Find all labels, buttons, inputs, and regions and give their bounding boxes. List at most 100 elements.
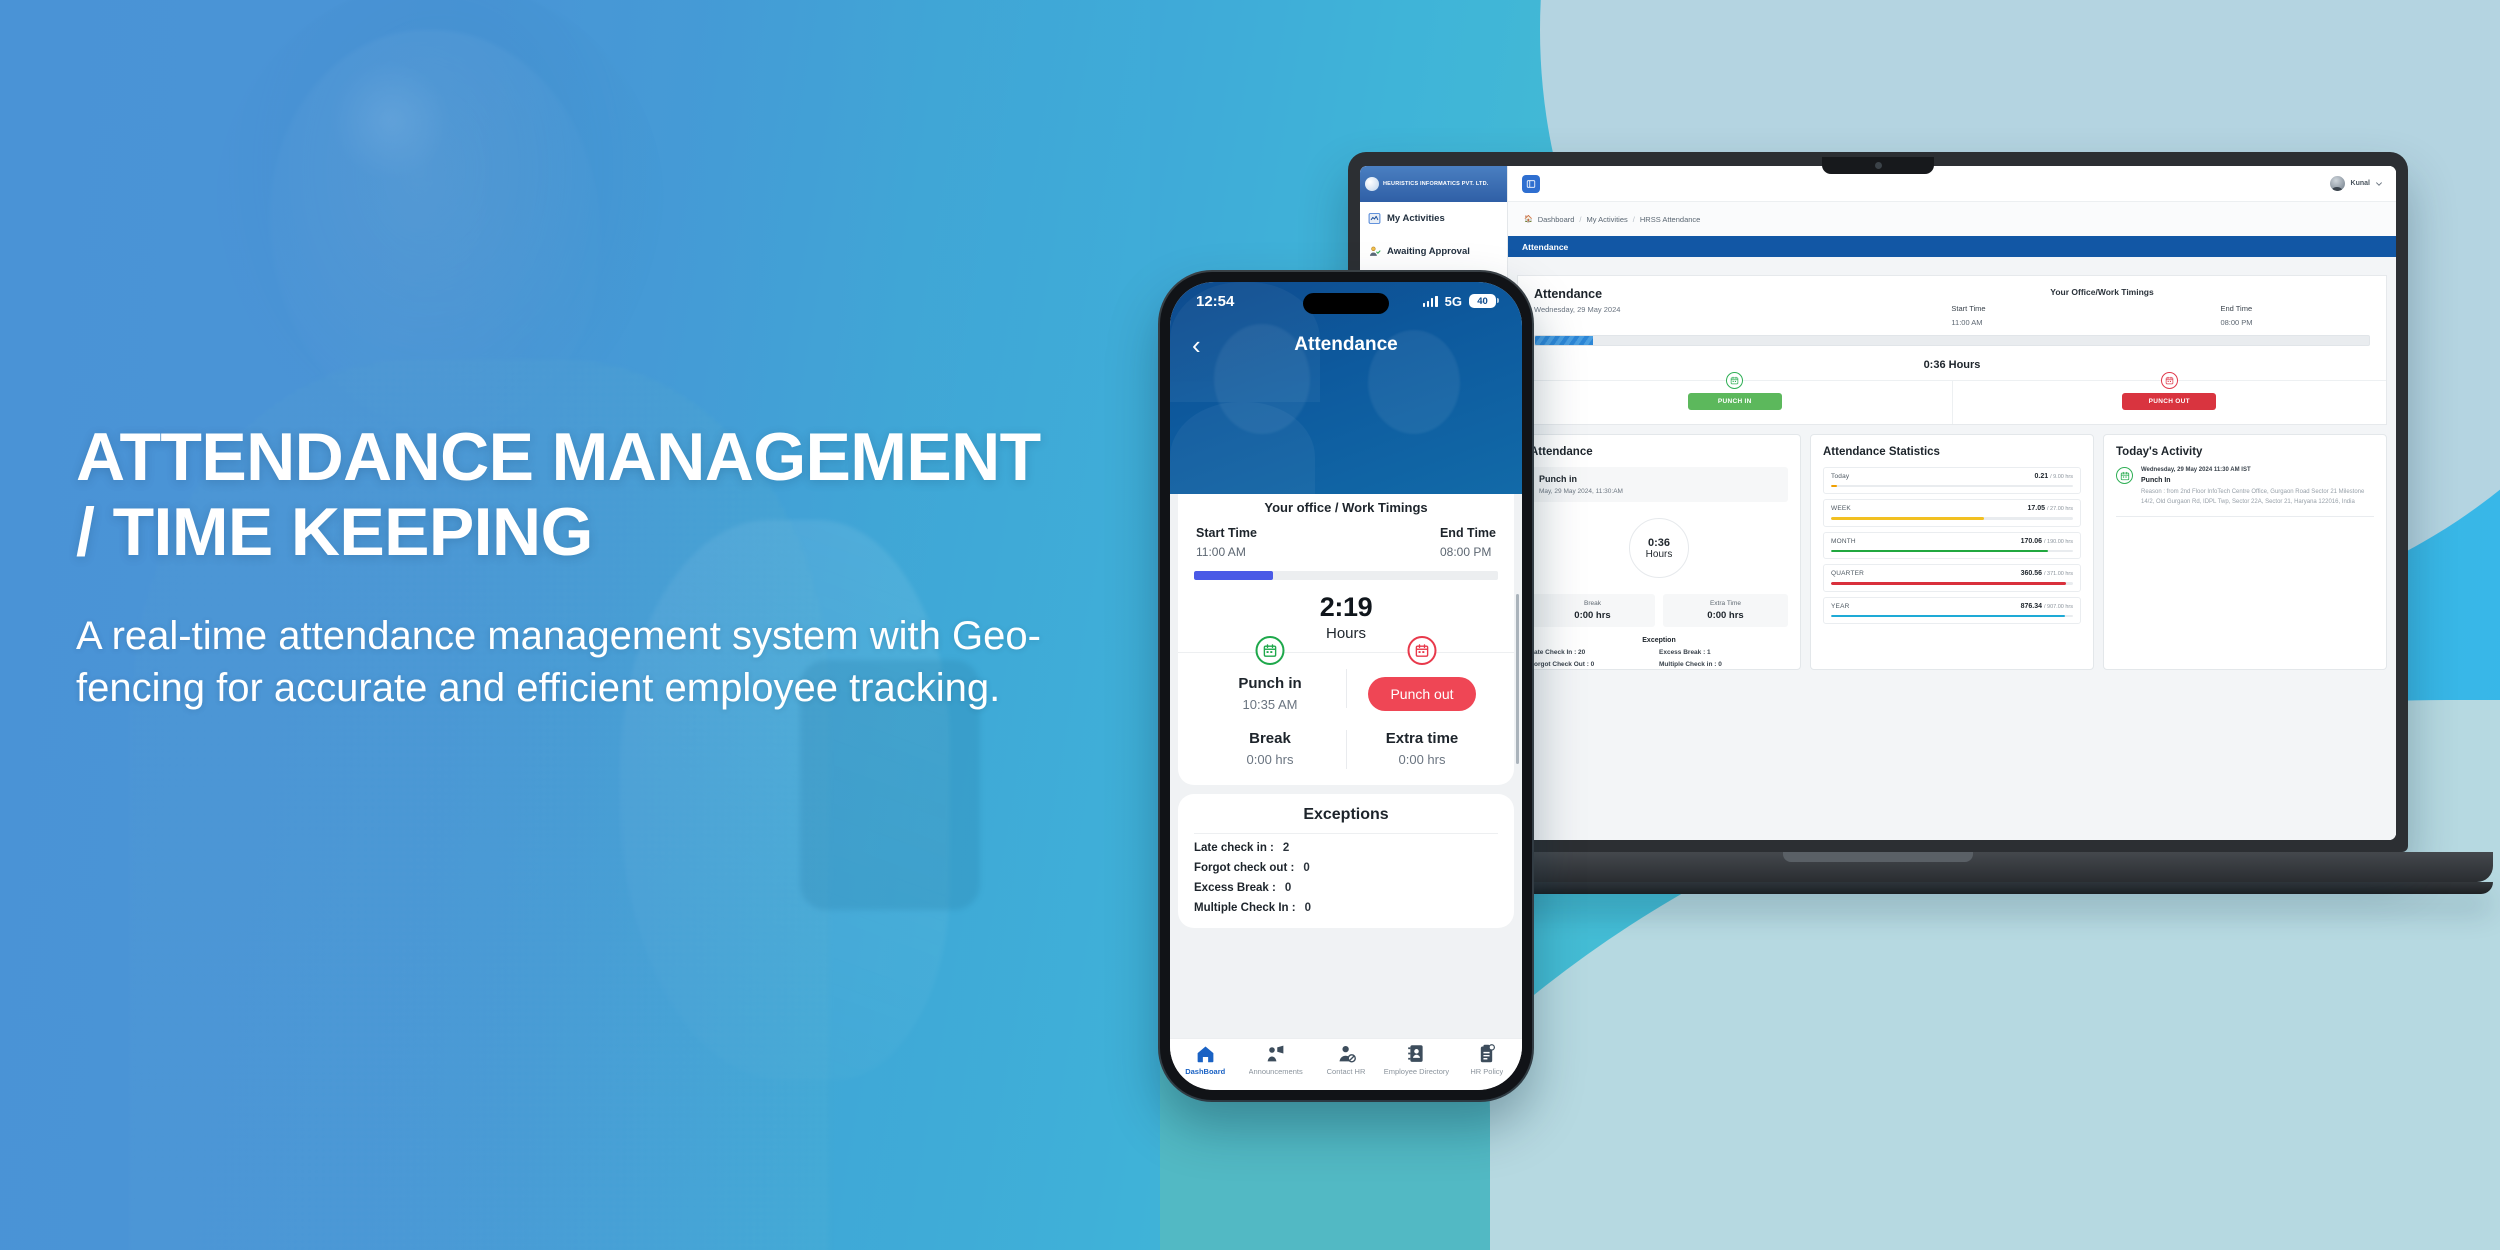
tab-announcements[interactable]: Announcements — [1240, 1043, 1310, 1076]
company-logo-icon — [1365, 177, 1379, 191]
break-label: Break — [1249, 730, 1291, 747]
megaphone-icon — [1267, 1045, 1284, 1062]
user-menu[interactable]: Kunal — [2329, 176, 2382, 191]
headline-line-1: ATTENDANCE MANAGEMENT — [76, 419, 1041, 495]
statistic-bar — [1831, 517, 2073, 520]
dashboard-cards: Attendance Punch in May, 29 May 2024, 11… — [1517, 434, 2387, 670]
network-label: 5G — [1444, 293, 1462, 309]
exception-label: Late check in : — [1194, 842, 1274, 854]
page-title: ATTENDANCE MANAGEMENT / TIME KEEPING — [76, 420, 1146, 570]
punch-in-cell: Punch in 10:35 AM — [1194, 636, 1346, 714]
exception-value: 2 — [1282, 842, 1290, 854]
activity-event: Punch In — [2141, 477, 2171, 484]
phone-navbar: ‹ Attendance — [1170, 320, 1522, 358]
back-icon[interactable]: ‹ — [1192, 332, 1201, 358]
company-name: HEURISTICS INFORMATICS PVT. LTD. — [1383, 181, 1489, 187]
approval-icon — [1369, 246, 1381, 256]
hours-dial-label: Hours — [1645, 548, 1673, 560]
sidebar-item-label: Awaiting Approval — [1387, 246, 1470, 257]
phone-screen: 12:54 5G 40 ‹ Attendance Your office / W… — [1170, 282, 1522, 1090]
break-value: 0:00 hrs — [1246, 752, 1294, 767]
breadcrumb-item-dashboard[interactable]: Dashboard — [1538, 215, 1575, 224]
punch-row: PUNCH IN PUNCH OUT — [1518, 372, 2387, 424]
statistic-header: Today 0.21 / 9.00 hrs — [1831, 473, 2073, 480]
signal-icon — [1422, 295, 1438, 307]
statistic-row: YEAR 876.34 / 907.00 hrs — [1823, 596, 2081, 624]
statistic-denominator: / 27.00 hrs — [2047, 506, 2073, 513]
statistic-label: QUARTER — [1831, 570, 1865, 578]
statistic-row: MONTH 170.06 / 190.00 hrs — [1823, 531, 2081, 560]
hero-subcopy: A real-time attendance management system… — [76, 613, 1041, 711]
tab-contact-hr[interactable]: Contact HR — [1311, 1043, 1381, 1076]
breadcrumb-item-my-activities[interactable]: My Activities — [1587, 215, 1628, 224]
sidebar-item-my-activities[interactable]: My Activities — [1360, 202, 1507, 235]
phone-body: Wednesday, 29 May 2024 Your office / Wor… — [1170, 494, 1522, 1090]
end-time-label: End Time — [2220, 304, 2253, 313]
attendance-panel: Attendance Wednesday, 29 May 2024 Your O… — [1517, 275, 2387, 425]
punch-in-button[interactable]: PUNCH IN — [1687, 393, 1782, 410]
exception-item: Multiple Check in : 0 — [1659, 661, 1722, 668]
statistic-label: YEAR — [1831, 602, 1850, 610]
activity-detail: Wednesday, 29 May 2024 11:30 AM IST Punc… — [2141, 467, 2374, 507]
exception-label: Multiple Check In : — [1194, 902, 1296, 914]
activity-row: Wednesday, 29 May 2024 11:30 AM IST Punc… — [2116, 467, 2374, 518]
attendance-panel-title: Attendance — [1534, 287, 1603, 301]
break-extra-row: Break 0:00 hrs Extra time 0:00 hrs — [1194, 730, 1498, 771]
phone-header: 12:54 5G 40 ‹ Attendance — [1170, 282, 1522, 494]
statistic-number: 17.05 — [2027, 505, 2046, 513]
attendance-card: Attendance Punch in May, 29 May 2024, 11… — [1517, 434, 1801, 670]
start-time-group: Start Time 11:00 AM — [1196, 526, 1257, 559]
statistic-label: Today — [1831, 473, 1850, 480]
scrollbar[interactable] — [1516, 594, 1519, 764]
break-cell: Break 0:00 hrs — [1194, 730, 1346, 771]
sidebar-item-awaiting-approval[interactable]: Awaiting Approval — [1360, 235, 1507, 268]
attendance-panel-date: Wednesday, 29 May 2024 — [1534, 305, 1621, 314]
punch-in-timestamp: May, 29 May 2024, 11:30:AM — [1539, 488, 1623, 495]
attendance-progress-wrap — [1518, 335, 2386, 355]
webcam-icon — [1874, 162, 1882, 169]
phone-page-title: Attendance — [1294, 334, 1398, 355]
activities-icon — [1368, 213, 1381, 224]
punch-out-button[interactable]: Punch out — [1368, 677, 1476, 711]
punch-out-cell: PUNCH OUT — [1951, 372, 2387, 424]
sidebar-toggle-icon[interactable] — [1522, 174, 1540, 193]
policy-icon — [1481, 1044, 1496, 1063]
statistic-denominator: / 371.00 hrs — [2043, 571, 2073, 578]
attendance-hours: 0:36 Hours — [1923, 359, 1981, 371]
web-logo: HEURISTICS INFORMATICS PVT. LTD. — [1360, 166, 1507, 202]
statistic-header: WEEK 17.05 / 27.00 hrs — [1831, 505, 2073, 512]
work-timings-values: Start Time 11:00 AM End Time 08:00 PM — [1834, 304, 2370, 327]
statistic-number: 0.21 — [2034, 473, 2049, 480]
calendar-out-icon — [2160, 372, 2178, 389]
start-time-group: Start Time 11:00 AM — [1951, 304, 1985, 327]
start-time-label: Start Time — [1951, 304, 1986, 313]
punch-in-value: 10:35 AM — [1242, 697, 1298, 712]
exception-grid: Late Check In : 20 Forgot Check Out : 0 … — [1530, 649, 1788, 669]
exceptions-card: Exceptions Late check in : 2 Forgot check … — [1178, 794, 1514, 928]
exception-item: Late check in : 2 — [1194, 842, 1498, 854]
tab-hr-policy[interactable]: HR Policy — [1452, 1043, 1522, 1076]
calendar-glyph — [1731, 376, 1739, 385]
punch-out-button[interactable]: PUNCH OUT — [2122, 393, 2217, 410]
calendar-glyph — [2120, 471, 2129, 480]
extra-time-tile: Extra Time 0:00 hrs — [1663, 594, 1788, 627]
tab-employee-directory[interactable]: Employee Directory — [1381, 1043, 1451, 1076]
statistic-denominator: / 907.00 hrs — [2043, 603, 2073, 610]
toggle-glyph — [1526, 179, 1536, 188]
exceptions-title: Exceptions — [1194, 806, 1498, 834]
statistic-number: 360.56 — [2020, 570, 2042, 578]
break-value: 0:00 hrs — [1574, 610, 1611, 621]
laptop-notch — [1822, 157, 1934, 174]
statistic-value: 170.06 / 190.00 hrs — [2021, 538, 2073, 545]
statistic-value: 360.56 / 371.00 hrs — [2021, 570, 2073, 577]
phone-frame: 12:54 5G 40 ‹ Attendance Your office / W… — [1160, 272, 1532, 1100]
tab-dashboard[interactable]: DashBoard — [1170, 1043, 1240, 1076]
tab-label: Contact HR — [1326, 1067, 1366, 1076]
attendance-card-title: Attendance — [1530, 446, 1593, 458]
statistic-label: MONTH — [1831, 537, 1856, 545]
exception-item: Forgot check out : 0 — [1194, 862, 1498, 874]
punch-row: Punch in 10:35 AM Punch out — [1194, 636, 1498, 714]
status-indicators: 5G 40 — [1422, 293, 1499, 309]
exception-item: Forgot Check Out : 0 — [1530, 661, 1595, 668]
calendar-in-icon — [1726, 372, 1744, 389]
